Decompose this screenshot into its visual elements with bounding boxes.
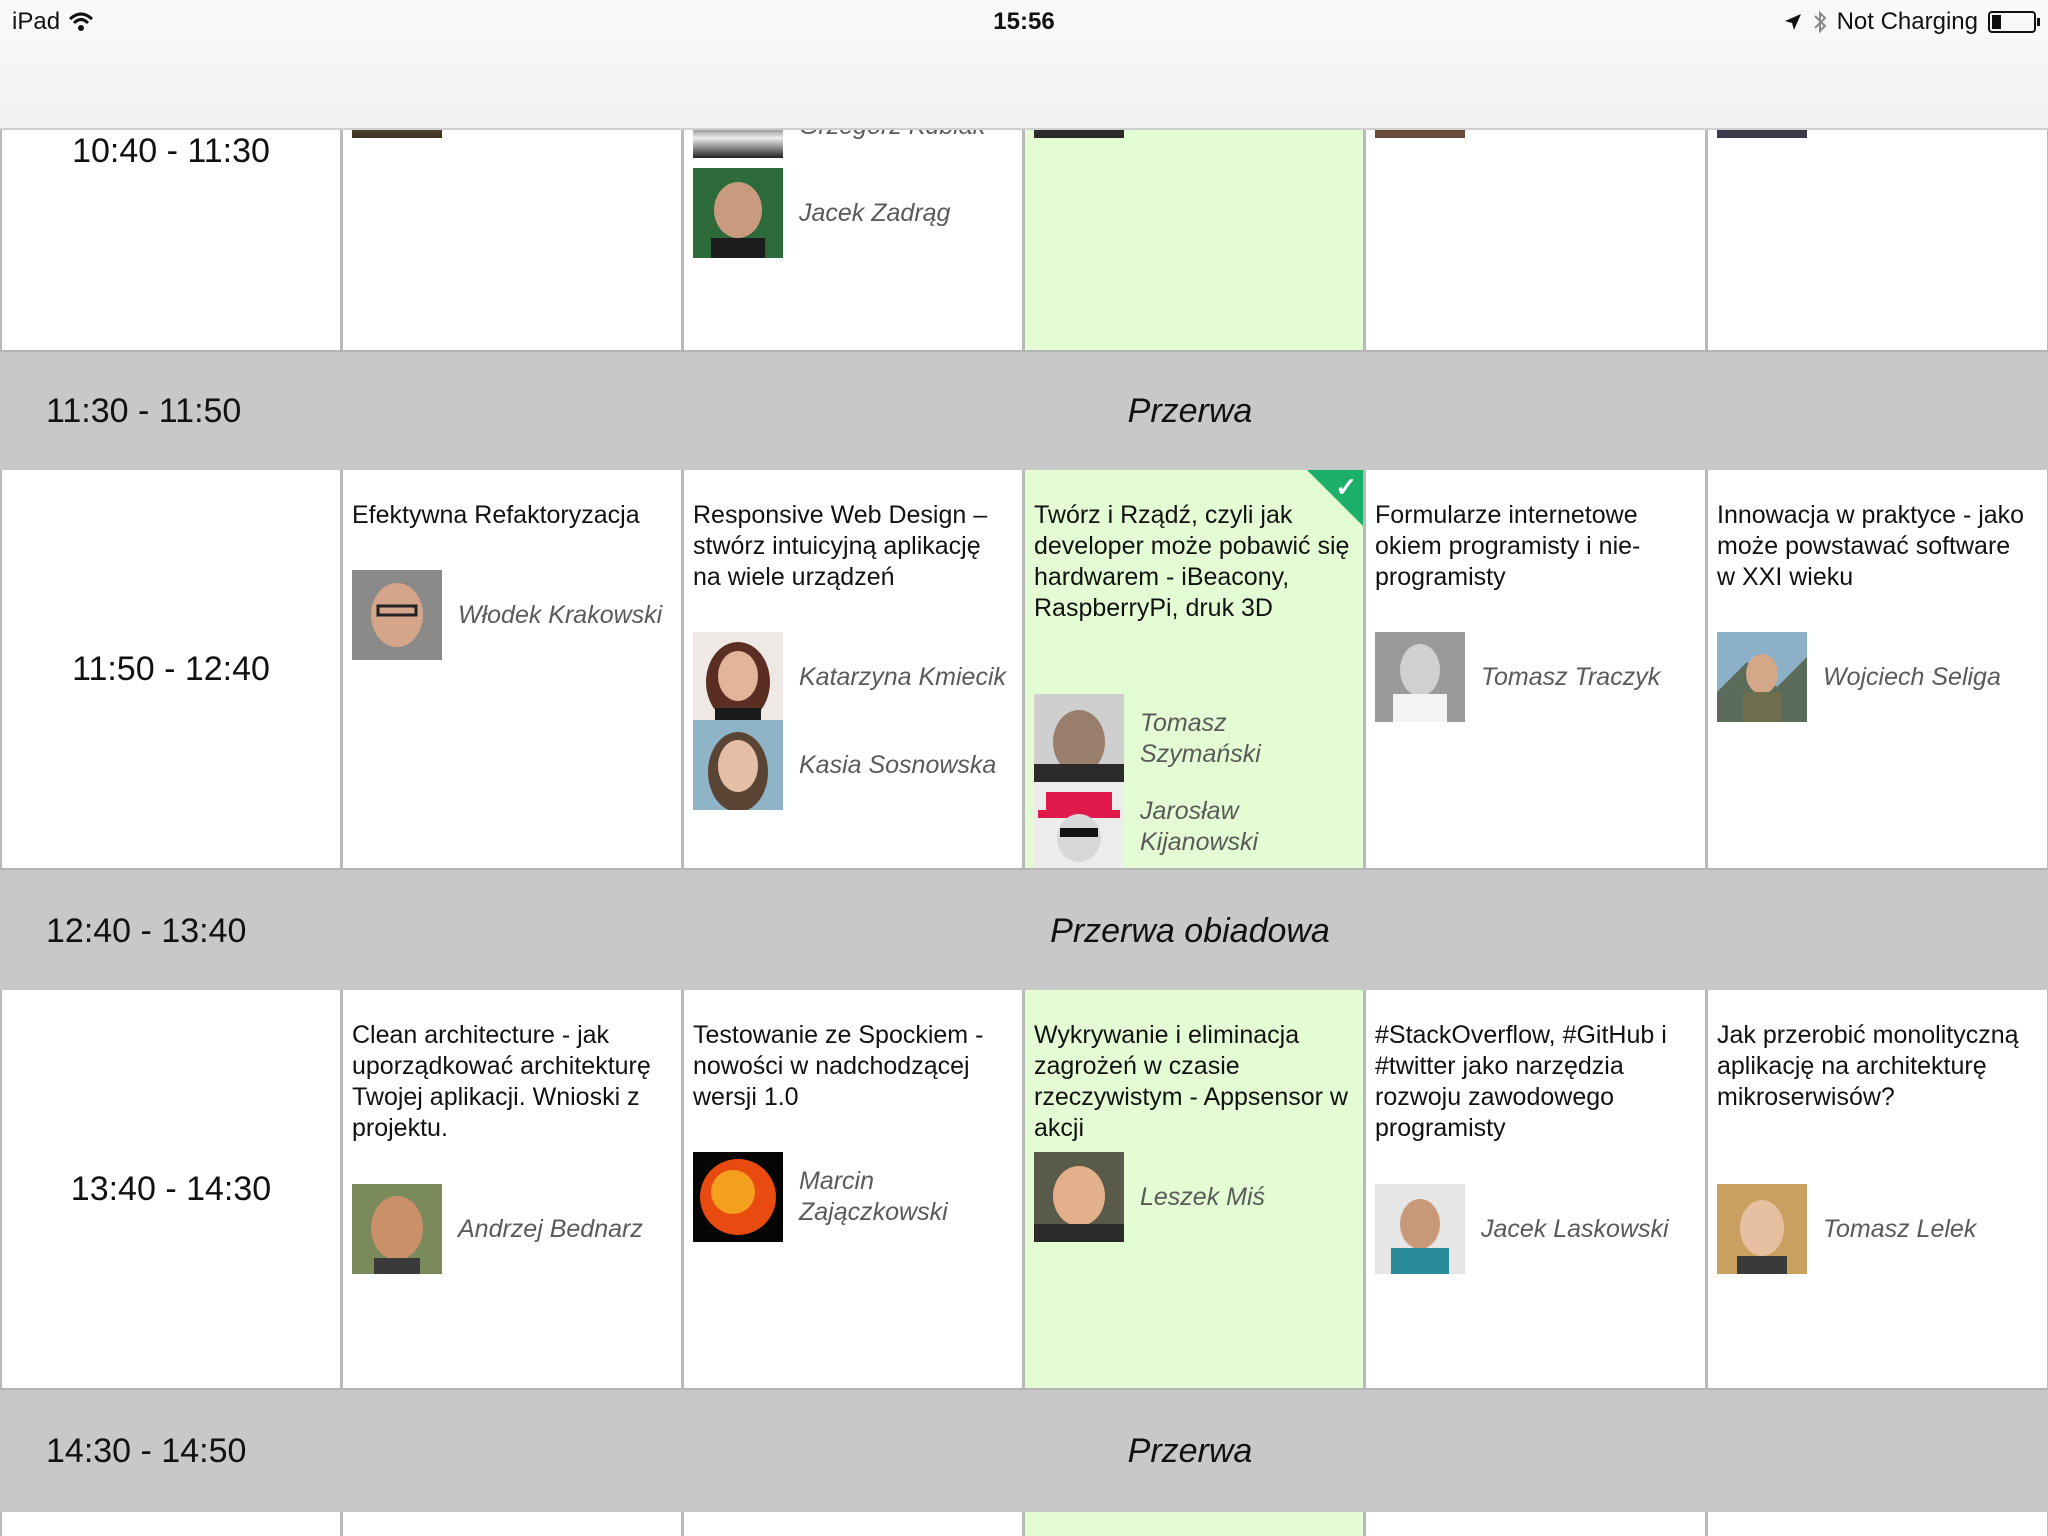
avatar [693,168,783,258]
avatar [1375,632,1465,722]
break-label: Przerwa [1127,391,1253,430]
session-cell[interactable] [1706,1512,2048,1536]
talk-title: Formularze internetowe okiem programisty… [1375,501,1641,591]
speaker-name: Wojciech Seliga [1823,662,2001,691]
session-cell[interactable] [341,108,682,350]
talk-title: Clean architecture - jak uporządkować ar… [352,1021,651,1142]
session-cell-selected[interactable] [1023,118,1364,350]
session-cell[interactable] [1706,118,2048,350]
speaker[interactable]: Leszek Miś [1034,1152,1353,1242]
avatar [1034,782,1124,872]
speaker-name: Włodek Krakowski [458,600,663,629]
avatar [352,570,442,660]
slot-row-1340: 13:40 - 14:30 Clean architecture - jak u… [0,990,2048,1388]
break-row: 14:30 - 14:50 Przerwa [0,1388,2048,1514]
charging-status: Not Charging [1836,8,1978,35]
session-cell[interactable]: #StackOverflow, #GitHub i #twitter jako … [1364,990,1706,1388]
speaker[interactable]: Wojciech Seliga [1717,632,2037,722]
speaker-name: Tomasz Lelek [1823,1214,1977,1243]
break-label: Przerwa obiadowa [1050,911,1330,950]
status-time: 15:56 [993,8,1055,35]
speaker-name: Katarzyna Kmiecik [799,662,1007,691]
speaker-name: Tomasz Traczyk [1481,662,1661,691]
talk-title: Innowacja w praktyce - jako może powstaw… [1717,501,2025,591]
session-cell-selected[interactable] [1023,1512,1364,1536]
speaker[interactable]: Jacek Zadrąg [693,168,1012,258]
avatar [1034,1152,1124,1242]
speaker[interactable]: Marcin Zajączkowski [693,1152,1012,1242]
slot-row-1040: 10:40 - 11:30 Grzegorz Kubiak Jacek Zadr… [0,108,2048,350]
session-cell[interactable]: Jak przerobić monolityczną aplikację na … [1706,990,2048,1388]
avatar [1375,1184,1465,1274]
speaker-name: Jacek Zadrąg [799,198,951,227]
time-cell: 10:40 - 11:30 [0,128,341,350]
avatar [693,1152,783,1242]
checkmark-icon: ✓ [1335,472,1357,502]
session-cell[interactable]: Innowacja w praktyce - jako może powstaw… [1706,470,2048,868]
time-cell: 11:50 - 12:40 [0,470,341,868]
speaker-name: Marcin Zajączkowski [799,1167,948,1226]
speaker-name: Jacek Laskowski [1481,1214,1669,1243]
speaker[interactable]: Jarosław Kijanowski [1034,782,1353,872]
session-cell[interactable]: Efektywna Refaktoryzacja Włodek Krakowsk… [341,470,682,868]
status-bar: iPad 15:56 Not Charging [0,0,2048,130]
speaker-name: Andrzej Bednarz [458,1214,643,1243]
talk-title: Responsive Web Design – stwórz intuicyjn… [693,501,988,591]
avatar [352,1184,442,1274]
talk-title: Twórz i Rządź, czyli jak developer może … [1034,501,1350,622]
talk-title: Jak przerobić monolityczną aplikację na … [1717,1021,2019,1111]
speaker-name: Leszek Miś [1140,1182,1266,1211]
talk-title: Testowanie ze Spockiem - nowości w nadch… [693,1021,984,1111]
speaker[interactable]: Tomasz Lelek [1717,1184,2037,1274]
time-cell: 13:40 - 14:30 [0,990,341,1388]
avatar [1717,632,1807,722]
session-cell[interactable] [1364,1512,1706,1536]
speaker[interactable]: Kasia Sosnowska [693,720,1012,810]
break-row: 12:40 - 13:40 Przerwa obiadowa [0,868,2048,994]
session-cell[interactable]: Responsive Web Design – stwórz intuicyjn… [682,470,1023,868]
speaker[interactable]: Tomasz Szymański [1034,694,1353,784]
talk-title: Efektywna Refaktoryzacja [352,501,640,529]
session-cell[interactable]: Testowanie ze Spockiem - nowości w nadch… [682,990,1023,1388]
time-cell [0,1512,341,1536]
session-cell[interactable]: Grzegorz Kubiak Jacek Zadrąg [682,112,1023,350]
session-cell[interactable] [1364,118,1706,350]
speaker[interactable]: Włodek Krakowski [352,570,671,660]
bluetooth-icon [1813,10,1826,34]
break-row: 11:30 - 11:50 Przerwa [0,350,2048,472]
avatar [1717,1184,1807,1274]
battery-icon [1988,11,2040,33]
session-cell[interactable]: Formularze internetowe okiem programisty… [1364,470,1706,868]
avatar [1034,694,1124,784]
location-arrow-icon [1784,14,1801,30]
slot-row-1150: 11:50 - 12:40 Efektywna Refaktoryzacja W… [0,470,2048,872]
speaker[interactable]: Jacek Laskowski [1375,1184,1695,1274]
break-label: Przerwa [1127,1431,1253,1470]
session-cell[interactable] [682,1512,1023,1536]
session-cell[interactable] [341,1512,682,1536]
talk-title: #StackOverflow, #GitHub i #twitter jako … [1375,1021,1667,1142]
speaker[interactable]: Andrzej Bednarz [352,1184,671,1274]
avatar [693,720,783,810]
session-cell[interactable]: Clean architecture - jak uporządkować ar… [341,990,682,1388]
avatar [693,632,783,722]
speaker-name: Tomasz Szymański [1140,709,1261,768]
session-cell-selected[interactable]: Wykrywanie i eliminacja zagrożeń w czasi… [1023,990,1364,1388]
slot-row-partial [0,1512,2048,1536]
session-cell-selected[interactable]: ✓ Twórz i Rządź, czyli jak developer moż… [1023,470,1364,872]
speaker-name: Jarosław Kijanowski [1140,797,1259,856]
speaker[interactable]: Katarzyna Kmiecik [693,632,1012,722]
talk-title: Wykrywanie i eliminacja zagrożeń w czasi… [1034,1021,1348,1142]
speaker-name: Kasia Sosnowska [799,750,997,779]
speaker[interactable]: Tomasz Traczyk [1375,632,1695,722]
